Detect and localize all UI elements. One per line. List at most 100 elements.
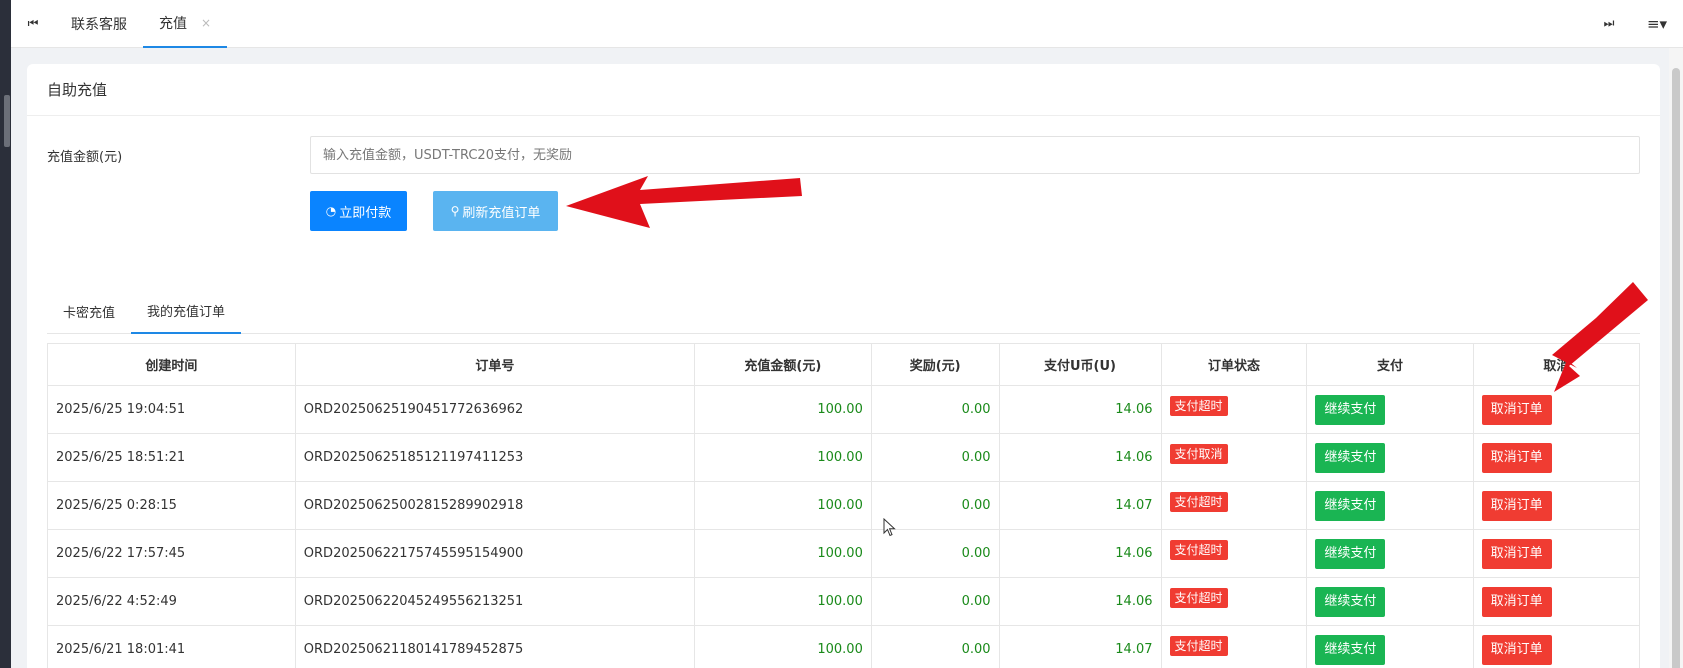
tab-recharge[interactable]: 充值 ×	[143, 0, 228, 48]
cancel-order-button[interactable]: 取消订单	[1481, 490, 1552, 521]
amount-form-row: 充值金额(元)	[47, 136, 1640, 174]
cell-pay: 继续支付	[1306, 625, 1474, 668]
table-row: 2025/6/25 0:28:15 ORD2025062500281528990…	[47, 481, 1641, 530]
col-header-order-no: 订单号	[294, 343, 695, 386]
cell-pay: 继续支付	[1306, 529, 1474, 578]
sub-tabs: 卡密充值 我的充值订单	[47, 289, 1640, 334]
col-header-usdt: 支付U币(U)	[998, 343, 1162, 386]
tab-my-orders[interactable]: 我的充值订单	[131, 289, 242, 334]
scroll-first-tab-icon[interactable]: ⏮	[11, 0, 55, 48]
col-header-reward: 奖励(元)	[870, 343, 1000, 386]
continue-pay-button[interactable]: 继续支付	[1315, 586, 1386, 617]
cell-cancel: 取消订单	[1472, 577, 1641, 626]
cell-created-time: 2025/6/21 18:01:41	[47, 625, 296, 668]
cancel-order-button[interactable]: 取消订单	[1481, 442, 1552, 473]
card-title: 自助充值	[27, 64, 1660, 116]
cell-created-time: 2025/6/22 17:57:45	[47, 529, 296, 578]
tab-bar: ⏮ 联系客服 充值 × ⏭ ≡▾	[11, 0, 1683, 48]
cell-status: 支付超时	[1160, 385, 1308, 434]
cancel-order-button[interactable]: 取消订单	[1481, 538, 1552, 569]
cell-usdt: 14.07	[998, 625, 1162, 668]
cell-amount: 100.00	[693, 529, 872, 578]
continue-pay-button[interactable]: 继续支付	[1315, 634, 1386, 665]
cell-created-time: 2025/6/25 0:28:15	[47, 481, 296, 530]
col-header-status: 订单状态	[1160, 343, 1308, 386]
pay-now-button[interactable]: ◔ 立即付款	[310, 191, 407, 231]
cell-pay: 继续支付	[1306, 577, 1474, 626]
cell-reward: 0.00	[870, 385, 1000, 434]
table-row: 2025/6/22 17:57:45 ORD202506221757455951…	[47, 529, 1641, 578]
status-badge: 支付超时	[1169, 396, 1228, 416]
cell-pay: 继续支付	[1306, 433, 1474, 482]
cell-reward: 0.00	[870, 577, 1000, 626]
close-icon[interactable]: ×	[201, 16, 211, 30]
cell-status: 支付超时	[1160, 577, 1308, 626]
table-row: 2025/6/21 18:01:41 ORD202506211801417894…	[47, 625, 1641, 668]
cell-reward: 0.00	[870, 433, 1000, 482]
tab-customer-service[interactable]: 联系客服	[55, 0, 143, 48]
cell-amount: 100.00	[693, 433, 872, 482]
cell-amount: 100.00	[693, 625, 872, 668]
cell-amount: 100.00	[693, 481, 872, 530]
col-header-created-time: 创建时间	[47, 343, 296, 386]
left-panel-strip	[0, 0, 11, 668]
status-badge: 支付超时	[1169, 636, 1228, 656]
continue-pay-button[interactable]: 继续支付	[1315, 538, 1386, 569]
status-badge: 支付超时	[1169, 492, 1228, 512]
cell-status: 支付超时	[1160, 481, 1308, 530]
continue-pay-button[interactable]: 继续支付	[1315, 442, 1386, 473]
continue-pay-button[interactable]: 继续支付	[1315, 490, 1386, 521]
cell-order-no: ORD20250625185121197411253	[294, 433, 695, 482]
table-row: 2025/6/25 19:04:51 ORD202506251904517726…	[47, 385, 1641, 434]
cell-cancel: 取消订单	[1472, 481, 1641, 530]
vertical-scrollbar[interactable]	[1669, 48, 1683, 668]
table-row: 2025/6/22 4:52:49 ORD2025062204524955621…	[47, 577, 1641, 626]
table-row: 2025/6/25 18:51:21 ORD202506251851211974…	[47, 433, 1641, 482]
cell-order-no: ORD20250622175745595154900	[294, 529, 695, 578]
cell-order-no: ORD20250622045249556213251	[294, 577, 695, 626]
cell-cancel: 取消订单	[1472, 433, 1641, 482]
cell-cancel: 取消订单	[1472, 385, 1641, 434]
search-icon: ⚲	[450, 204, 460, 218]
cell-usdt: 14.06	[998, 385, 1162, 434]
amount-label: 充值金额(元)	[47, 150, 123, 165]
orders-table-wrapper: 创建时间 订单号 充值金额(元) 奖励(元) 支付U币(U) 订单状态 支付 取…	[47, 343, 1641, 668]
menu-icon[interactable]: ≡▾	[1631, 0, 1683, 48]
pay-now-label: 立即付款	[339, 205, 392, 221]
cell-status: 支付取消	[1160, 433, 1308, 482]
cell-status: 支付超时	[1160, 625, 1308, 668]
cell-created-time: 2025/6/25 19:04:51	[47, 385, 296, 434]
cell-pay: 继续支付	[1306, 385, 1474, 434]
cell-status: 支付超时	[1160, 529, 1308, 578]
status-badge: 支付取消	[1169, 444, 1228, 464]
cancel-order-button[interactable]: 取消订单	[1481, 634, 1552, 665]
tab-card-recharge[interactable]: 卡密充值	[47, 289, 131, 334]
cell-usdt: 14.07	[998, 481, 1162, 530]
col-header-pay: 支付	[1306, 343, 1474, 386]
col-header-amount: 充值金额(元)	[693, 343, 872, 386]
continue-pay-button[interactable]: 继续支付	[1315, 394, 1386, 425]
cell-created-time: 2025/6/22 4:52:49	[47, 577, 296, 626]
cell-order-no: ORD20250621180141789452875	[294, 625, 695, 668]
cell-order-no: ORD20250625190451772636962	[294, 385, 695, 434]
cell-reward: 0.00	[870, 625, 1000, 668]
scroll-last-tab-icon[interactable]: ⏭	[1587, 0, 1631, 48]
amount-input[interactable]	[310, 136, 1640, 174]
scrollbar-thumb[interactable]	[1672, 68, 1680, 668]
check-circle-icon: ◔	[325, 204, 337, 218]
cell-amount: 100.00	[693, 577, 872, 626]
status-badge: 支付超时	[1169, 588, 1228, 608]
refresh-orders-button[interactable]: ⚲ 刷新充值订单	[433, 191, 558, 231]
mouse-cursor-icon	[883, 518, 896, 537]
cell-usdt: 14.06	[998, 433, 1162, 482]
cell-usdt: 14.06	[998, 529, 1162, 578]
col-header-cancel: 取消	[1472, 343, 1641, 386]
refresh-orders-label: 刷新充值订单	[462, 205, 541, 221]
left-scroll-thumb[interactable]	[4, 95, 10, 147]
cancel-order-button[interactable]: 取消订单	[1481, 394, 1552, 425]
cell-usdt: 14.06	[998, 577, 1162, 626]
cancel-order-button[interactable]: 取消订单	[1481, 586, 1552, 617]
cell-cancel: 取消订单	[1472, 529, 1641, 578]
cell-amount: 100.00	[693, 385, 872, 434]
recharge-card: 自助充值 充值金额(元) ◔ 立即付款 ⚲ 刷新充值订单 卡密充值 我的充值订单…	[27, 64, 1660, 668]
